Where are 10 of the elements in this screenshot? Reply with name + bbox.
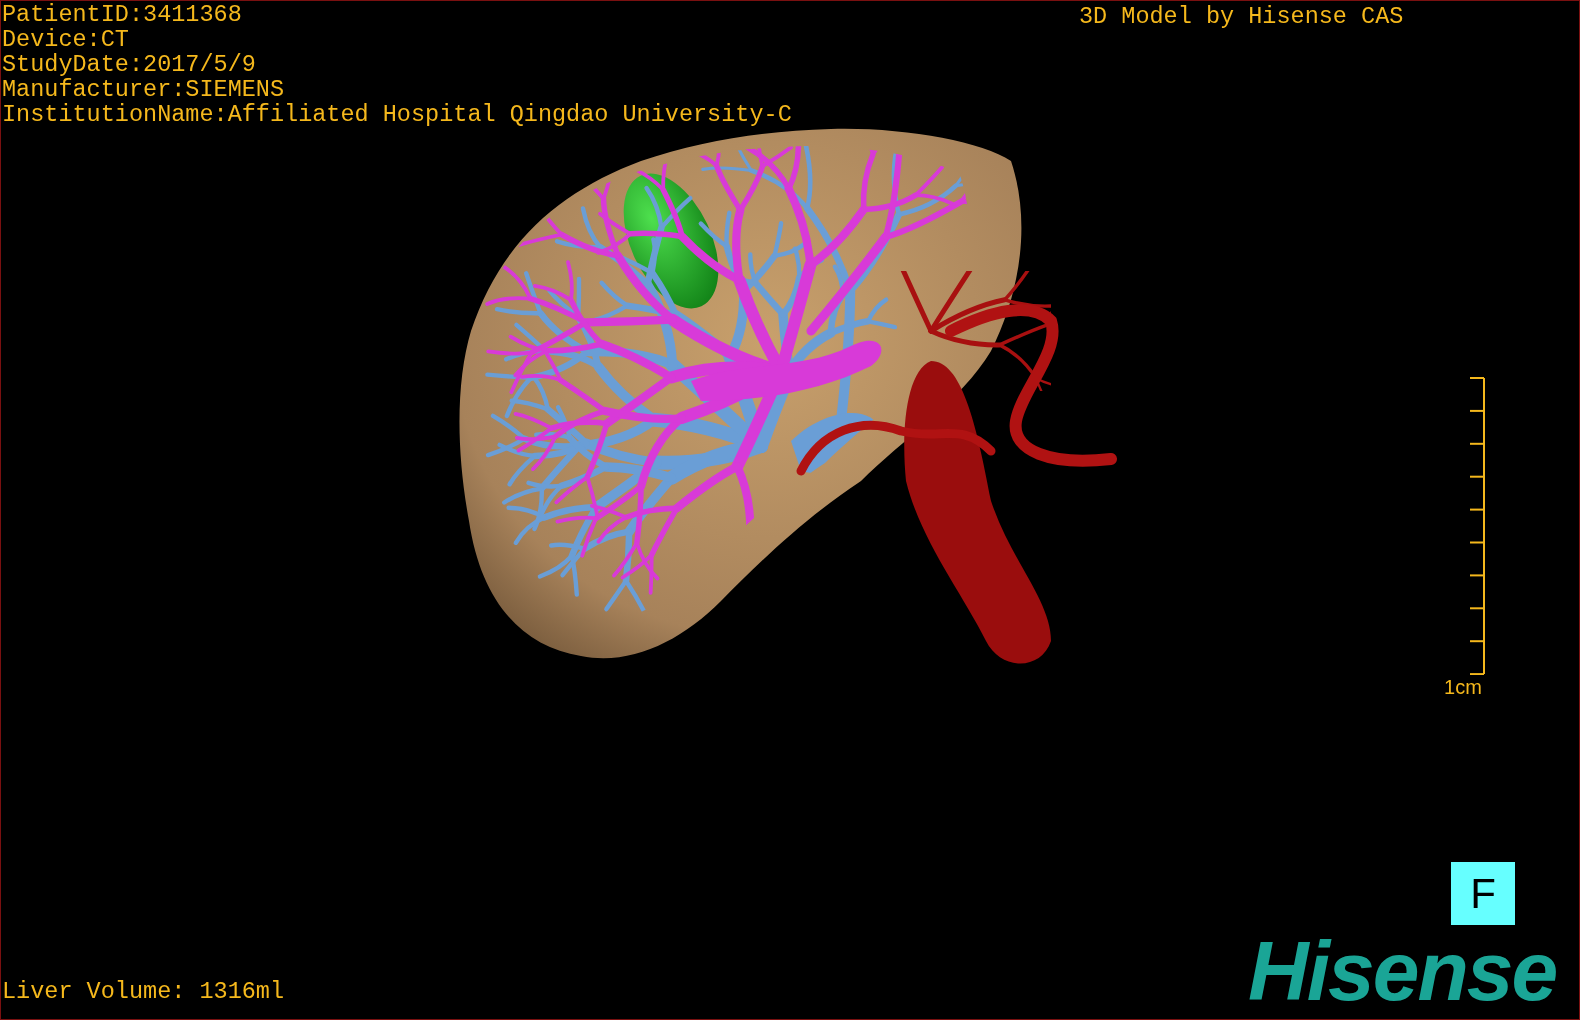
- viewer-title: 3D Model by Hisense CAS: [1079, 3, 1404, 30]
- orientation-marker: F: [1451, 862, 1515, 925]
- scale-label: 1cm: [1444, 677, 1482, 697]
- liver-volume-label: Liver Volume: 1316ml: [2, 978, 285, 1005]
- info-line: Device:CT: [2, 27, 130, 52]
- logo: Hisense: [1248, 929, 1557, 1013]
- info-line: InstitutionName:Affiliated Hospital Qingdao University-C: [2, 102, 792, 127]
- info-line: StudyDate:2017/5/9: [2, 52, 257, 77]
- info-line: Manufacturer:SIEMENS: [2, 77, 286, 102]
- info-line: PatientID:3411368: [2, 2, 243, 27]
